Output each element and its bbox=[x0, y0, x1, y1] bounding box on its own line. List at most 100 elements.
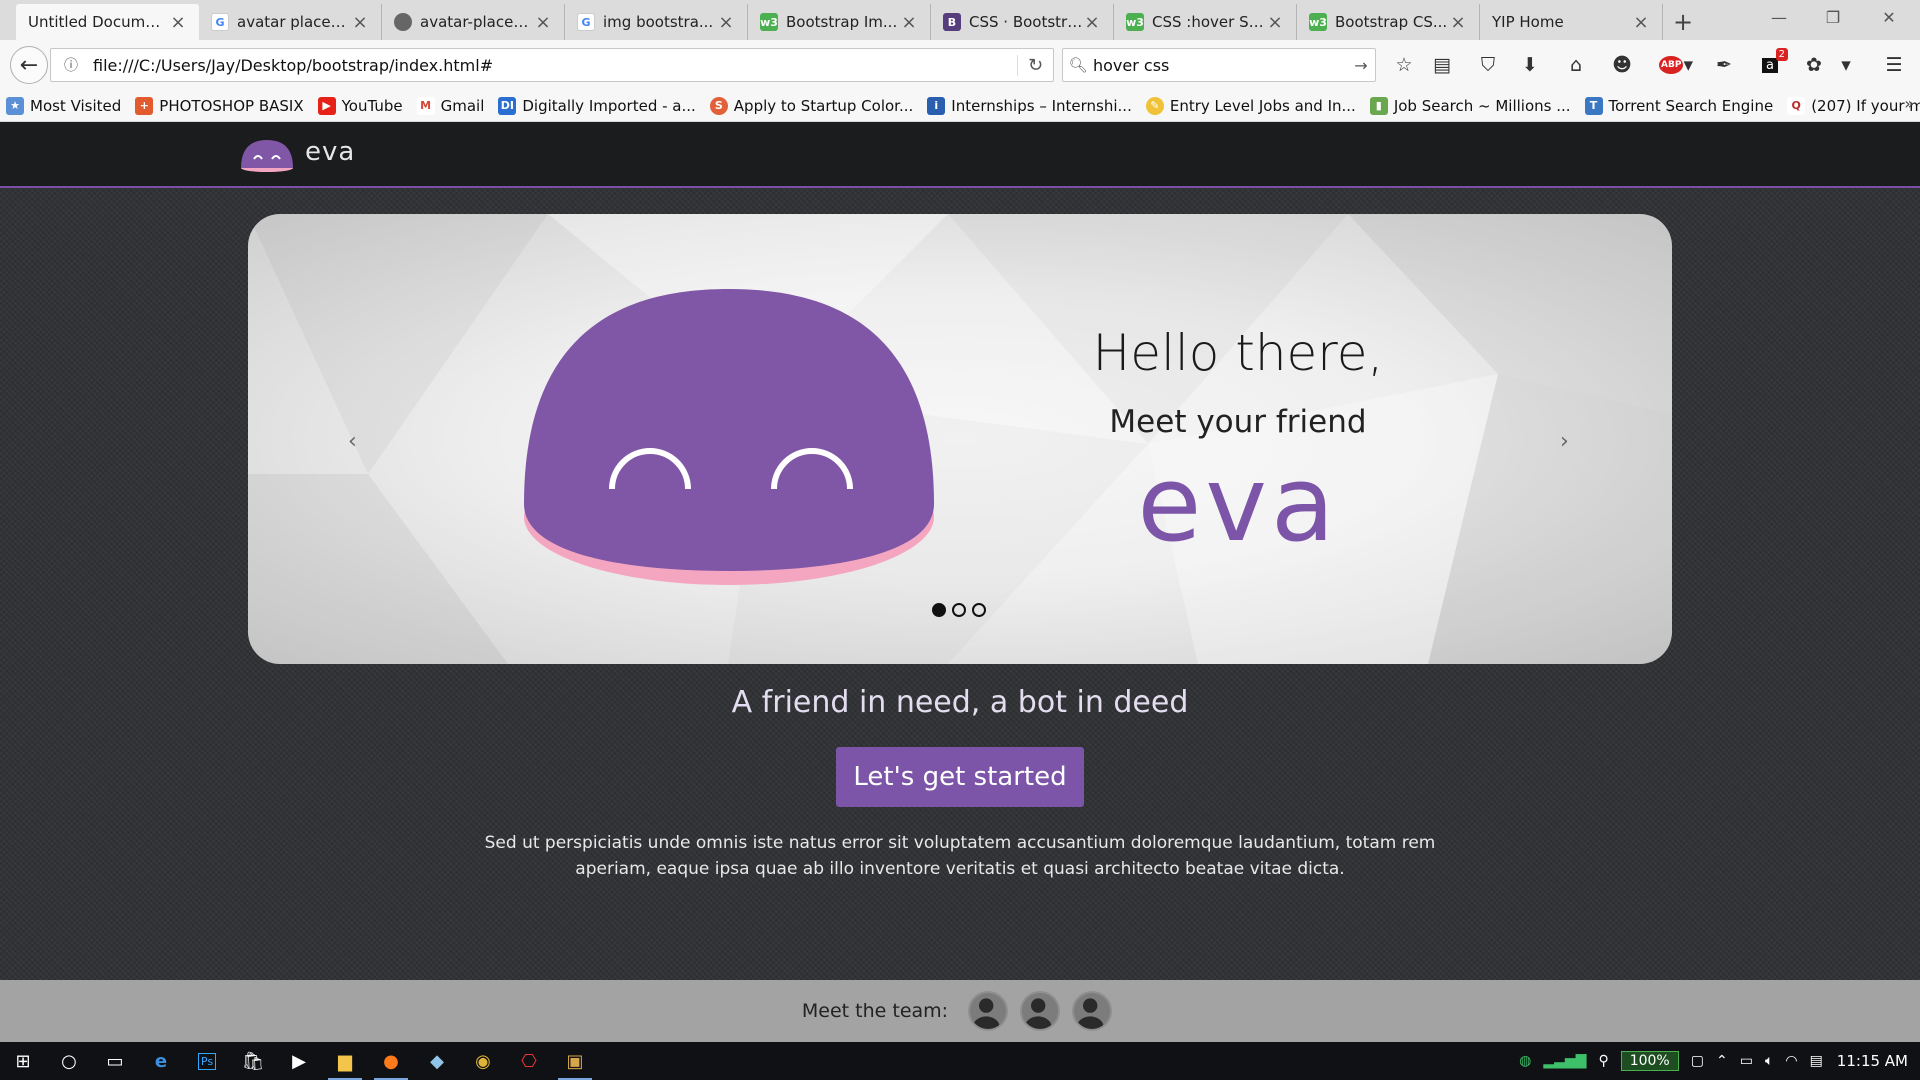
reload-icon[interactable]: ↻ bbox=[1017, 54, 1053, 76]
app-window-icon[interactable]: ▣ bbox=[552, 1042, 598, 1080]
bookmark-most-visited[interactable]: ★ Most Visited bbox=[6, 96, 121, 115]
bookmark-entry-level-jobs[interactable]: ✎ Entry Level Jobs and In... bbox=[1145, 96, 1356, 115]
site-brand[interactable]: eva bbox=[305, 137, 355, 167]
team-avatar[interactable] bbox=[1020, 991, 1061, 1031]
wifi-icon[interactable]: ◠ bbox=[1785, 1053, 1797, 1069]
bookmark-photoshop-basix[interactable]: + PHOTOSHOP BASIX bbox=[135, 96, 304, 115]
restore-icon[interactable]: ❐ bbox=[1806, 0, 1860, 34]
amazon-icon[interactable]: a2 bbox=[1756, 48, 1788, 78]
pen-icon[interactable]: ✒ bbox=[1710, 52, 1738, 78]
cortana-icon[interactable]: ○ bbox=[46, 1042, 92, 1080]
extension-icon[interactable]: ✿ bbox=[1800, 52, 1828, 78]
chrome-icon[interactable]: ◉ bbox=[460, 1042, 506, 1080]
search-input[interactable]: hover css bbox=[1093, 56, 1347, 75]
adblock-icon[interactable]: ABP ▾ bbox=[1656, 52, 1696, 78]
close-icon[interactable]: × bbox=[534, 12, 552, 33]
new-tab-button[interactable]: + bbox=[1663, 4, 1703, 40]
download-icon[interactable]: ⬇ bbox=[1516, 52, 1544, 78]
photoshop-icon[interactable]: Ps bbox=[184, 1042, 230, 1080]
media-player-icon[interactable]: ▶ bbox=[276, 1042, 322, 1080]
pocket-icon[interactable]: ⛉ bbox=[1474, 52, 1502, 78]
close-icon[interactable]: × bbox=[900, 12, 918, 33]
carousel-indicator-3[interactable] bbox=[972, 603, 986, 617]
close-icon[interactable]: × bbox=[1632, 12, 1650, 33]
close-icon[interactable]: × bbox=[351, 12, 369, 33]
system-tray: ◍ ▂▃▅▇ ⚲ 100% ▢ ⌃ ▭ 🔈︎ ◠ ▤ 11:15 AM bbox=[1513, 1042, 1920, 1080]
chat-icon[interactable]: ☻ bbox=[1608, 52, 1636, 78]
network-meter-icon[interactable]: ▂▃▅▇ bbox=[1543, 1053, 1586, 1069]
bookmark-quora[interactable]: Q(207) If your mind wer... bbox=[1787, 96, 1920, 115]
close-icon[interactable]: × bbox=[1266, 12, 1284, 33]
tab-bootstrap-images[interactable]: w3 Bootstrap Im... × bbox=[748, 4, 931, 40]
activity-monitor-icon[interactable]: ◍ bbox=[1519, 1053, 1531, 1069]
edge-icon[interactable]: e bbox=[138, 1042, 184, 1080]
file-explorer-icon[interactable]: ▆ bbox=[322, 1042, 368, 1080]
back-button[interactable]: ← bbox=[10, 46, 48, 84]
search-go-icon[interactable]: → bbox=[1347, 56, 1375, 75]
tab-untitled-document[interactable]: Untitled Document × bbox=[16, 4, 199, 40]
show-hidden-icon[interactable]: ⌃ bbox=[1716, 1053, 1728, 1069]
volume-icon[interactable]: 🔈︎ bbox=[1765, 1053, 1773, 1069]
w3-icon: w3 bbox=[1309, 13, 1327, 31]
address-bar[interactable]: ⓘ file:///C:/Users/Jay/Desktop/bootstrap… bbox=[50, 48, 1054, 82]
team-footer: Meet the team: bbox=[0, 980, 1920, 1042]
notes-icon[interactable]: ◆ bbox=[414, 1042, 460, 1080]
bookmark-job-search[interactable]: ▮ Job Search ~ Millions ... bbox=[1369, 96, 1571, 115]
store-icon[interactable]: 🛍︎ bbox=[230, 1042, 276, 1080]
entry-jobs-icon: ✎ bbox=[1145, 96, 1164, 115]
info-icon[interactable]: ⓘ bbox=[59, 55, 83, 75]
tablet-mode-icon[interactable]: ▢ bbox=[1691, 1053, 1704, 1069]
team-avatar[interactable] bbox=[968, 991, 1009, 1031]
carousel-indicator-2[interactable] bbox=[952, 603, 966, 617]
close-icon[interactable]: × bbox=[1449, 12, 1467, 33]
bookmark-internships[interactable]: i Internships – Internshi... bbox=[927, 96, 1132, 115]
menu-icon[interactable]: ☰ bbox=[1880, 52, 1908, 78]
tab-css-hover-selector[interactable]: w3 CSS :hover Sel... × bbox=[1114, 4, 1297, 40]
battery-icon[interactable]: ▭ bbox=[1740, 1053, 1753, 1069]
address-text[interactable]: file:///C:/Users/Jay/Desktop/bootstrap/i… bbox=[93, 56, 1017, 75]
bookmark-star-icon[interactable]: ☆ bbox=[1390, 52, 1418, 78]
tab-bootstrap-css[interactable]: w3 Bootstrap CS... × bbox=[1297, 4, 1480, 40]
close-icon[interactable]: × bbox=[717, 12, 735, 33]
window-close-icon[interactable]: ✕ bbox=[1862, 0, 1916, 34]
carousel-indicator-1[interactable] bbox=[932, 603, 946, 617]
bookmark-torrent-search[interactable]: T Torrent Search Engine bbox=[1584, 96, 1773, 115]
battery-percentage[interactable]: 100% bbox=[1620, 1051, 1679, 1071]
startup-icon: S bbox=[709, 96, 728, 115]
antenna-icon[interactable]: ⚲ bbox=[1598, 1053, 1608, 1069]
tab-avatar-placeholder[interactable]: avatar-placeh... × bbox=[382, 4, 565, 40]
bookmark-digitally-imported[interactable]: DI Digitally Imported - a... bbox=[498, 96, 696, 115]
search-bar[interactable]: 🔍︎ hover css → bbox=[1062, 48, 1376, 82]
hero-name: eva bbox=[1137, 443, 1339, 565]
windows-start-icon[interactable]: ⊞ bbox=[0, 1042, 46, 1080]
task-view-icon[interactable]: ▭ bbox=[92, 1042, 138, 1080]
overflow-dropdown-icon[interactable]: ▾ bbox=[1832, 52, 1860, 78]
firefox-icon[interactable]: ● bbox=[368, 1042, 414, 1080]
clock[interactable]: 11:15 AM bbox=[1837, 1052, 1908, 1070]
close-icon[interactable]: × bbox=[169, 12, 187, 33]
carousel-next-icon[interactable]: › bbox=[1560, 429, 1569, 454]
notification-badge: 2 bbox=[1775, 48, 1788, 61]
tab-avatar-placeholder-search[interactable]: G avatar placeh... × bbox=[199, 4, 382, 40]
di-icon: DI bbox=[498, 96, 517, 115]
minimize-icon[interactable]: — bbox=[1752, 0, 1806, 34]
action-center-icon[interactable]: ▤ bbox=[1810, 1053, 1823, 1069]
tab-title: CSS · Bootstrap bbox=[969, 13, 1083, 31]
tab-img-bootstrap[interactable]: G img bootstra... × bbox=[565, 4, 748, 40]
eva-logo-icon[interactable] bbox=[240, 138, 294, 172]
tab-css-bootstrap[interactable]: B CSS · Bootstrap × bbox=[931, 4, 1114, 40]
bootstrap-icon: B bbox=[943, 13, 961, 31]
bookmarks-overflow-icon[interactable]: » bbox=[1904, 94, 1914, 113]
close-icon[interactable]: × bbox=[1083, 12, 1101, 33]
carousel-prev-icon[interactable]: ‹ bbox=[348, 429, 357, 454]
reading-list-icon[interactable]: ▤ bbox=[1428, 52, 1456, 78]
acrobat-icon[interactable]: ⎔ bbox=[506, 1042, 552, 1080]
bookmark-youtube[interactable]: ▶ YouTube bbox=[317, 96, 403, 115]
avatar-icon bbox=[394, 13, 412, 31]
get-started-button[interactable]: Let's get started bbox=[836, 747, 1084, 807]
bookmark-startup-colorado[interactable]: S Apply to Startup Color... bbox=[709, 96, 913, 115]
home-icon[interactable]: ⌂ bbox=[1562, 52, 1590, 78]
team-avatar[interactable] bbox=[1072, 991, 1113, 1031]
tab-yip-home[interactable]: YIP Home × bbox=[1480, 4, 1663, 40]
bookmark-gmail[interactable]: M Gmail bbox=[416, 96, 484, 115]
